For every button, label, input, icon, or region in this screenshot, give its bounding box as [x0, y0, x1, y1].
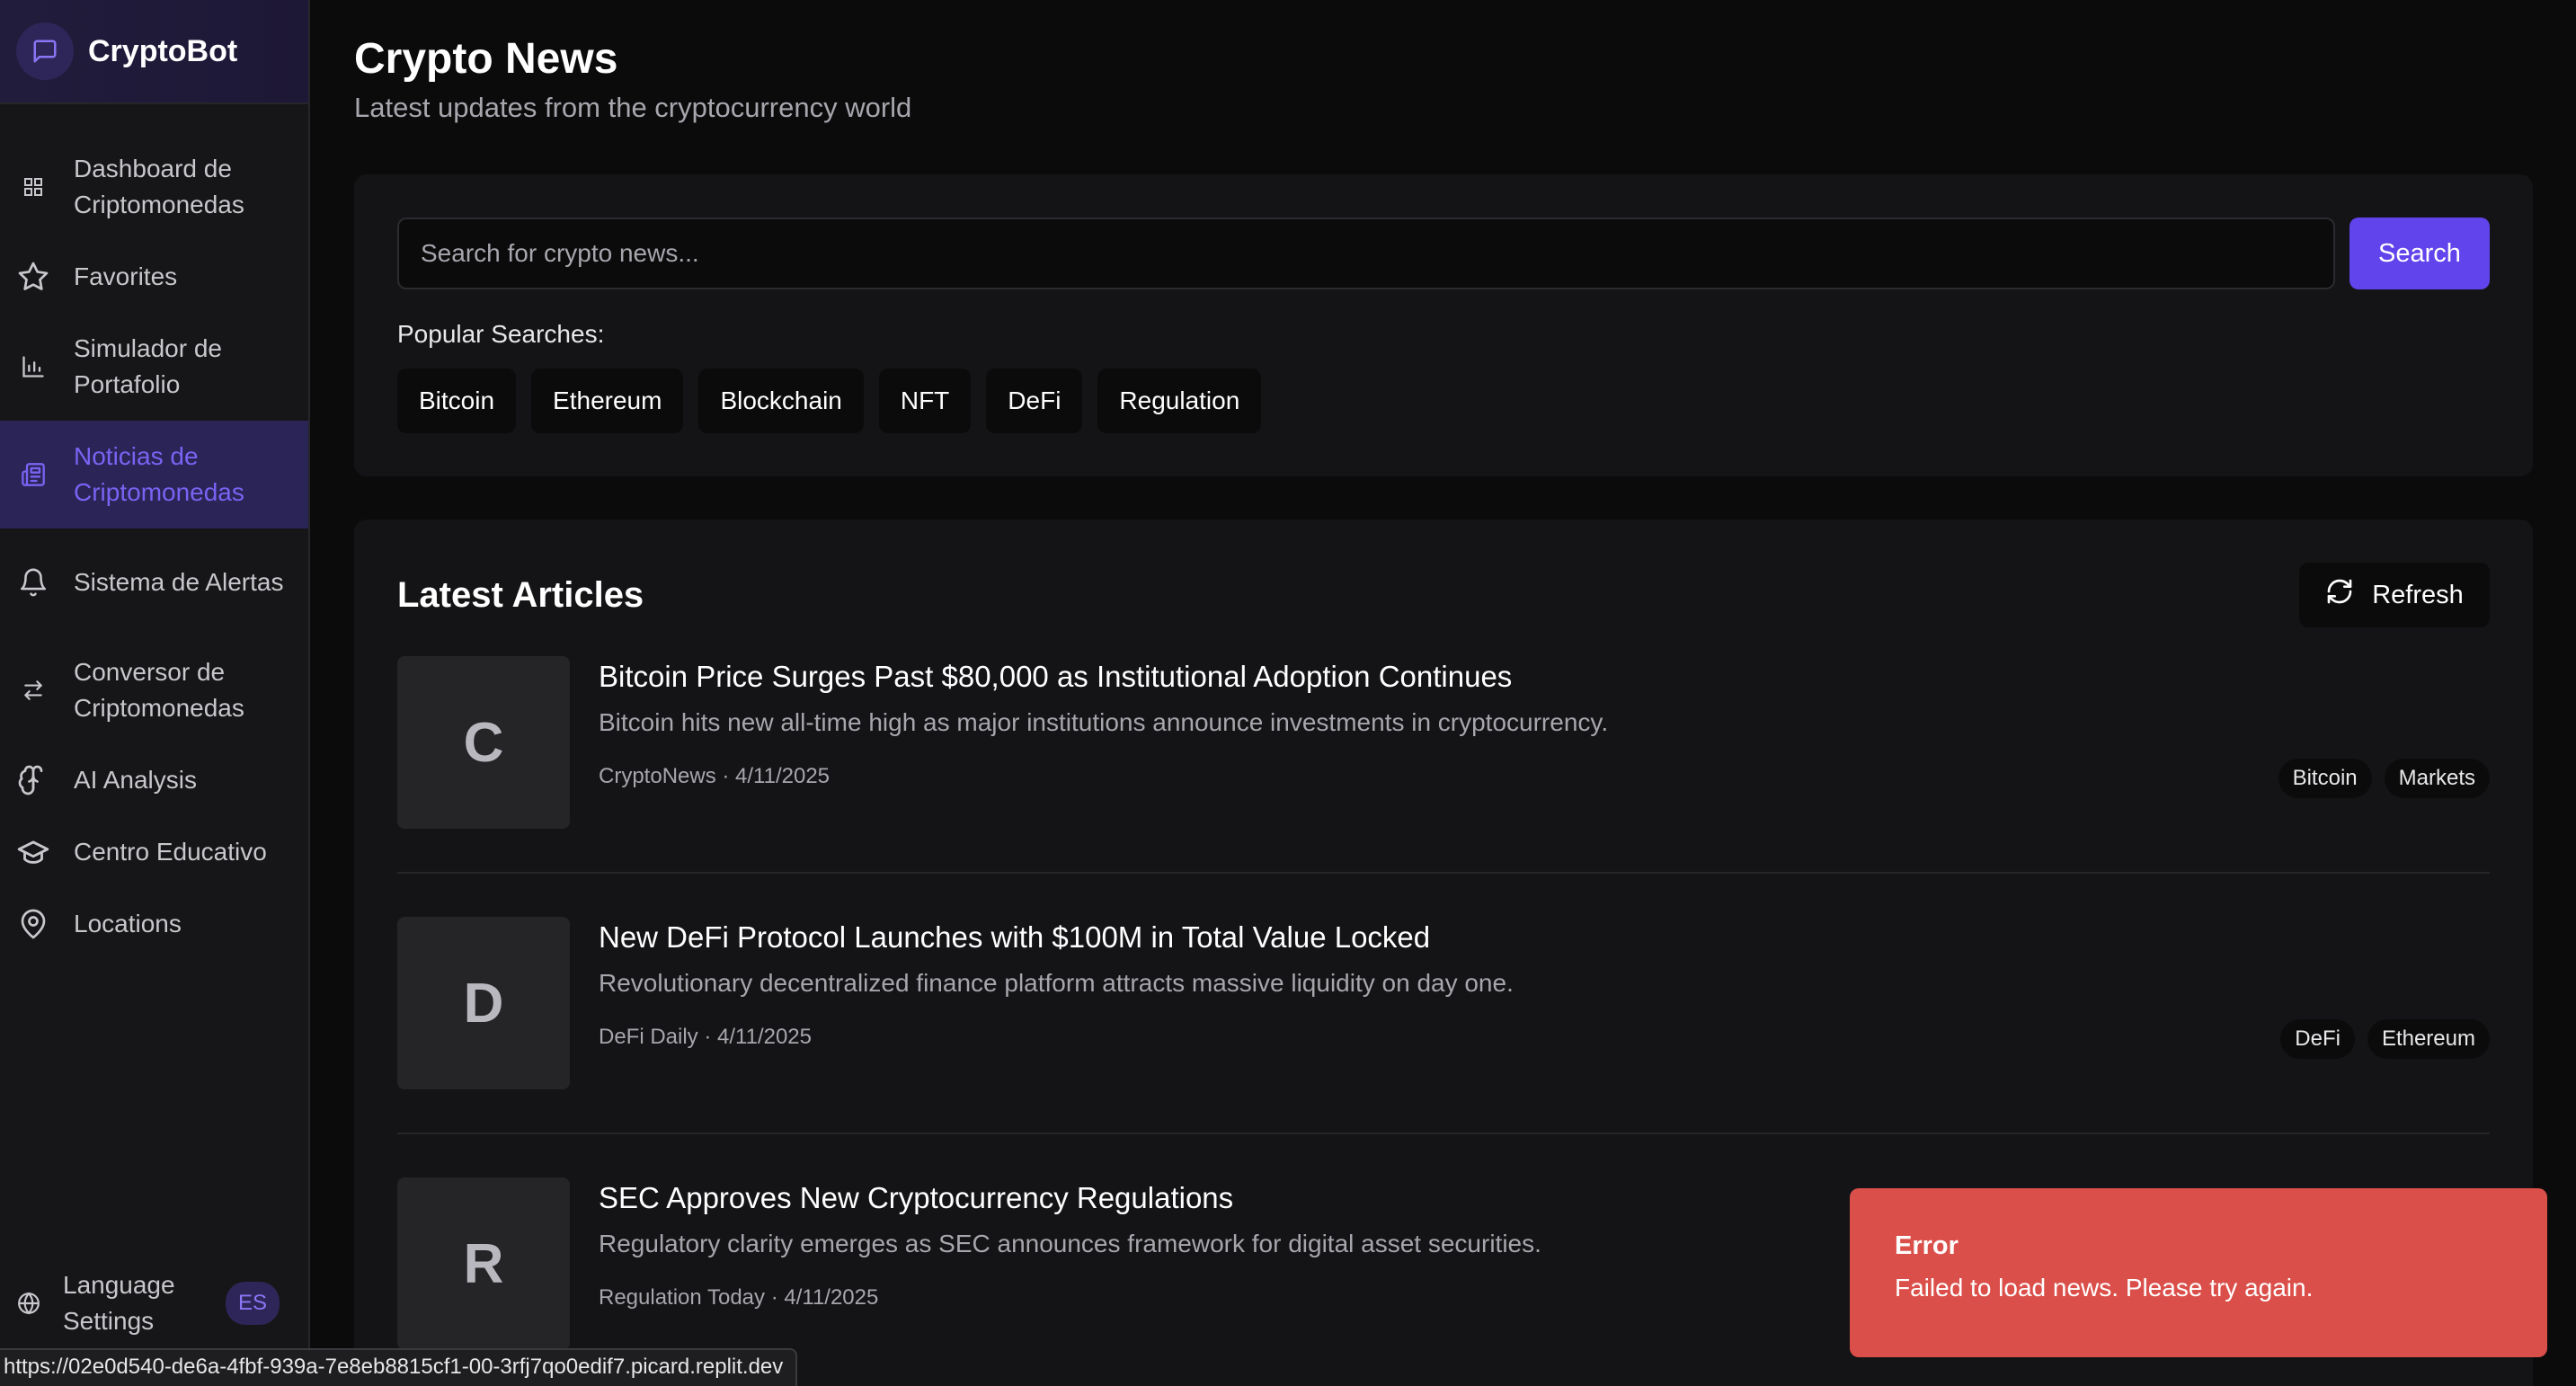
article-tag: DeFi	[2280, 1019, 2355, 1059]
article-title[interactable]: New DeFi Protocol Launches with $100M in…	[599, 920, 1430, 955]
toast-title: Error	[1895, 1231, 1959, 1260]
brand-name: CryptoBot	[88, 33, 238, 68]
article-thumbnail: C	[397, 656, 570, 829]
article-meta: CryptoNews · 4/11/2025	[599, 764, 831, 788]
toast-message: Failed to load news. Please try again.	[1895, 1274, 2314, 1302]
article-item[interactable]: D New DeFi Protocol Launches with $100M …	[397, 917, 2490, 1089]
sidebar-item-label: Centro Educativo	[74, 838, 267, 866]
refresh-icon	[2325, 577, 2354, 613]
sidebar-item-dashboard[interactable]: Dashboard de Criptomonedas	[0, 133, 308, 241]
popular-searches-label: Popular Searches:	[397, 320, 605, 348]
article-thumbnail: D	[397, 917, 570, 1089]
grid-icon	[16, 176, 50, 198]
sidebar-item-alerts[interactable]: Sistema de Alertas	[0, 529, 308, 636]
search-input[interactable]	[397, 218, 2335, 289]
error-toast[interactable]: Error Failed to load news. Please try ag…	[1850, 1188, 2547, 1357]
article-item[interactable]: C Bitcoin Price Surges Past $80,000 as I…	[397, 656, 2490, 829]
sidebar-item-label: Sistema de Alertas	[74, 568, 284, 596]
article-divider	[397, 872, 2490, 874]
search-card: Search Popular Searches: Bitcoin Ethereu…	[354, 174, 2533, 476]
sidebar-nav: Dashboard de Criptomonedas Favorites Sim…	[0, 133, 308, 960]
sidebar-item-label: Dashboard de Criptomonedas	[74, 155, 244, 218]
globe-icon	[16, 1292, 41, 1315]
bar-chart-icon	[16, 354, 50, 379]
article-title[interactable]: Bitcoin Price Surges Past $80,000 as Ins…	[599, 660, 1512, 694]
article-thumbnail: R	[397, 1177, 570, 1350]
status-bar-url: https://02e0d540-de6a-4fbf-939a-7e8eb881…	[0, 1348, 798, 1386]
sidebar-item-locations[interactable]: Locations	[0, 888, 308, 960]
article-description: Revolutionary decentralized finance plat…	[599, 969, 1514, 997]
search-button[interactable]: Search	[2349, 218, 2490, 289]
articles-heading: Latest Articles	[397, 575, 644, 615]
language-settings-label: Language Settings	[63, 1271, 175, 1335]
sidebar-item-favorites[interactable]: Favorites	[0, 241, 308, 313]
sidebar-item-label: Noticias de Criptomonedas	[74, 442, 244, 506]
brain-icon	[16, 764, 50, 796]
popular-search-chip[interactable]: Regulation	[1097, 369, 1262, 433]
article-meta: Regulation Today · 4/11/2025	[599, 1285, 879, 1310]
article-tag: Bitcoin	[2278, 759, 2372, 798]
sidebar-item-ai-analysis[interactable]: AI Analysis	[0, 744, 308, 816]
language-badge: ES	[225, 1282, 280, 1325]
refresh-label: Refresh	[2372, 580, 2464, 609]
article-divider	[397, 1133, 2490, 1134]
popular-searches: Bitcoin Ethereum Blockchain NFT DeFi Reg…	[397, 369, 1262, 433]
popular-search-chip[interactable]: NFT	[878, 369, 972, 433]
sidebar-item-converter[interactable]: Conversor de Criptomonedas	[0, 636, 308, 744]
newspaper-icon	[16, 462, 50, 487]
graduation-cap-icon	[16, 835, 50, 869]
article-description: Regulatory clarity emerges as SEC announ…	[599, 1230, 1541, 1257]
swap-arrows-icon	[16, 679, 50, 702]
sidebar-item-label: Simulador de Portafolio	[74, 334, 222, 398]
popular-search-chip[interactable]: Ethereum	[531, 369, 684, 433]
sidebar-item-education-center[interactable]: Centro Educativo	[0, 816, 308, 888]
sidebar: CryptoBot Dashboard de Criptomonedas Fav…	[0, 0, 310, 1386]
refresh-button[interactable]: Refresh	[2299, 563, 2490, 627]
chat-bubble-icon	[16, 22, 74, 80]
article-tag: Markets	[2384, 759, 2490, 798]
bell-icon	[16, 567, 50, 598]
sidebar-item-label: AI Analysis	[74, 766, 197, 794]
popular-search-chip[interactable]: DeFi	[986, 369, 1083, 433]
star-icon	[16, 261, 50, 293]
article-tags: Bitcoin Markets	[2278, 759, 2490, 798]
article-tags: DeFi Ethereum	[2280, 1019, 2490, 1059]
page-title: Crypto News	[354, 35, 618, 83]
article-title[interactable]: SEC Approves New Cryptocurrency Regulati…	[599, 1181, 1233, 1215]
popular-search-chip[interactable]: Blockchain	[698, 369, 864, 433]
article-description: Bitcoin hits new all-time high as major …	[599, 708, 1609, 736]
language-settings[interactable]: Language Settings ES	[0, 1258, 308, 1348]
sidebar-item-label: Conversor de Criptomonedas	[74, 658, 244, 722]
brand-header[interactable]: CryptoBot	[0, 0, 308, 104]
page-subtitle: Latest updates from the cryptocurrency w…	[354, 92, 912, 123]
sidebar-item-label: Favorites	[74, 262, 178, 290]
map-pin-icon	[16, 908, 50, 940]
article-tag: Ethereum	[2367, 1019, 2490, 1059]
sidebar-item-label: Locations	[74, 910, 182, 937]
popular-search-chip[interactable]: Bitcoin	[397, 369, 517, 433]
sidebar-item-crypto-news[interactable]: Noticias de Criptomonedas	[0, 421, 308, 529]
sidebar-item-portfolio-simulator[interactable]: Simulador de Portafolio	[0, 313, 308, 421]
article-meta: DeFi Daily · 4/11/2025	[599, 1025, 812, 1049]
